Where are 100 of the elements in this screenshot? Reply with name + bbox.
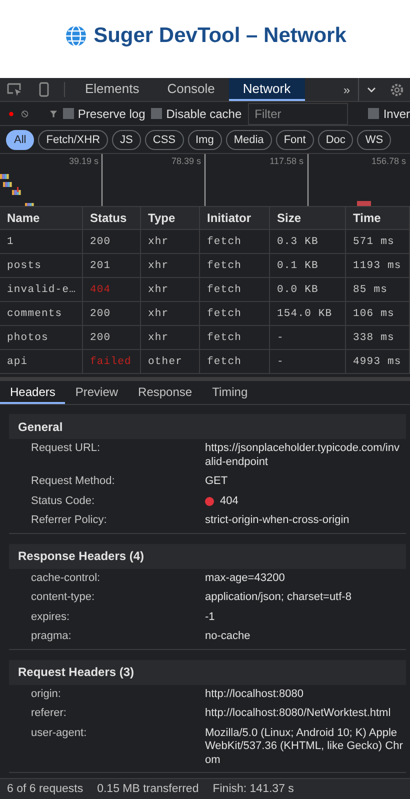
header-name: Request URL: — [31, 442, 102, 456]
table-cell: api — [0, 350, 83, 374]
table-cell: xhr — [141, 278, 200, 302]
header-value: http://localhost:8080/NetWorktest.html — [205, 707, 392, 720]
column-header[interactable]: Initiator — [200, 206, 270, 230]
table-cell: 0.1 KB — [270, 254, 346, 278]
table-cell: 85 ms — [346, 278, 410, 302]
table-cell: 0.3 KB — [270, 230, 346, 254]
header-name: Referrer Policy: — [31, 514, 108, 528]
column-header[interactable]: Type — [141, 206, 200, 230]
table-cell: other — [141, 350, 200, 374]
header-name: Request Method: — [31, 475, 116, 488]
table-cell: 0.0 KB — [270, 278, 346, 302]
column-header[interactable]: Name — [0, 206, 83, 230]
table-cell: fetch — [200, 230, 270, 254]
panel-tab[interactable]: Elements — [71, 78, 154, 101]
table-cell: photos — [0, 326, 83, 350]
table-cell: xhr — [141, 302, 200, 326]
filter-icon[interactable] — [50, 108, 57, 120]
type-filter-chip[interactable]: WS — [357, 130, 392, 150]
section-header[interactable]: Request Headers (3) — [9, 660, 406, 684]
timeline-tick-label: 117.58 s — [268, 156, 304, 166]
table-cell: 200 — [83, 326, 141, 350]
table-cell: 1 — [0, 230, 83, 254]
header-value: https://jsonplaceholder.typicode.com/invalid-endpoint — [205, 442, 400, 469]
timeline-tick-label: 156.78 s — [370, 156, 407, 166]
section-header[interactable]: General — [9, 414, 406, 439]
header-value: no-cache — [205, 630, 252, 644]
table-cell: invalid-e… — [0, 278, 83, 302]
detail-tab[interactable]: Preview — [65, 381, 128, 404]
header-value: GET — [205, 475, 229, 488]
header-name: origin: — [31, 688, 62, 701]
table-cell: xhr — [141, 230, 200, 254]
header-name: referer: — [31, 707, 68, 720]
type-filter-chip[interactable]: JS — [112, 130, 141, 150]
detail-tab[interactable]: Headers — [0, 381, 66, 404]
table-cell: 4993 ms — [346, 350, 410, 374]
type-filter-chip[interactable]: All — [6, 130, 34, 150]
header-value: -1 — [205, 610, 216, 624]
header-name: pragma: — [31, 630, 72, 644]
timeline-tick-label: 39.19 s — [68, 156, 100, 166]
header-value: max-age=43200 — [205, 572, 286, 585]
type-filter-chip[interactable]: Font — [276, 130, 314, 150]
table-cell: fetch — [200, 302, 270, 326]
table-cell: 404 — [83, 278, 141, 302]
table-cell: 200 — [83, 302, 141, 326]
table-cell: comments — [0, 302, 83, 326]
inspect-icon[interactable] — [7, 82, 23, 96]
filter-field[interactable]: Filter — [248, 102, 348, 124]
device-icon[interactable] — [39, 82, 49, 97]
table-cell: 200 — [83, 230, 141, 254]
table-cell: posts — [0, 254, 83, 278]
table-cell: 106 ms — [346, 302, 410, 326]
table-cell: fetch — [200, 254, 270, 278]
type-filter-chip[interactable]: Img — [188, 130, 222, 150]
table-cell: fetch — [200, 350, 270, 374]
table-cell: 571 ms — [346, 230, 410, 254]
preserve-log-checkbox[interactable] — [62, 108, 74, 119]
globe-icon — [64, 24, 88, 48]
status-text: Finish: 141.37 s — [212, 783, 294, 795]
header-value: application/json; charset=utf-8 — [205, 591, 352, 604]
more-tabs-button[interactable]: » — [335, 78, 358, 101]
type-filter-chip[interactable]: Fetch/XHR — [38, 130, 108, 150]
detail-tab[interactable]: Timing — [202, 381, 258, 404]
table-cell: - — [270, 326, 346, 350]
header-name: Status Code: — [31, 494, 96, 508]
section-header[interactable]: Response Headers (4) — [9, 544, 406, 568]
checkbox-label: Preserve log — [78, 106, 146, 120]
timeline-tick-label: 78.39 s — [170, 156, 202, 166]
table-cell: xhr — [141, 254, 200, 278]
chevron-down-icon[interactable] — [367, 86, 376, 92]
header-name: content-type: — [31, 591, 96, 604]
invert-checkbox[interactable] — [368, 108, 380, 119]
type-filter-chip[interactable]: CSS — [144, 130, 184, 150]
header-name: user-agent: — [31, 726, 88, 740]
table-cell: fetch — [200, 326, 270, 350]
header-value: Mozilla/5.0 (Linux; Android 10; K) AppleWebKit/537.36 (KHTML, like Gecko) Chrom — [205, 726, 404, 767]
header-name: cache-control: — [31, 572, 102, 585]
disable-cache-checkbox[interactable] — [151, 108, 162, 119]
table-cell: xhr — [141, 326, 200, 350]
status-text: 0.15 MB transferred — [97, 783, 199, 795]
table-cell: 338 ms — [346, 326, 410, 350]
panel-tab[interactable]: Console — [153, 78, 229, 101]
table-cell: 1193 ms — [346, 254, 410, 278]
panel-tab[interactable]: Network — [228, 78, 305, 101]
table-cell: fetch — [200, 278, 270, 302]
settings-icon[interactable] — [390, 82, 404, 96]
type-filter-chip[interactable]: Media — [226, 130, 272, 150]
table-cell: 154.0 KB — [270, 302, 346, 326]
checkbox-label: Disable cache — [166, 106, 242, 120]
status-text: 6 of 6 requests — [7, 783, 84, 795]
checkbox-label: Inver — [383, 106, 410, 120]
detail-tab[interactable]: Response — [128, 381, 202, 404]
column-header[interactable]: Time — [346, 206, 410, 230]
table-cell: - — [270, 350, 346, 374]
column-header[interactable]: Status — [83, 206, 141, 230]
type-filter-chip[interactable]: Doc — [318, 130, 354, 150]
table-cell: 201 — [83, 254, 141, 278]
column-header[interactable]: Size — [270, 206, 346, 230]
header-name: expires: — [31, 610, 71, 624]
